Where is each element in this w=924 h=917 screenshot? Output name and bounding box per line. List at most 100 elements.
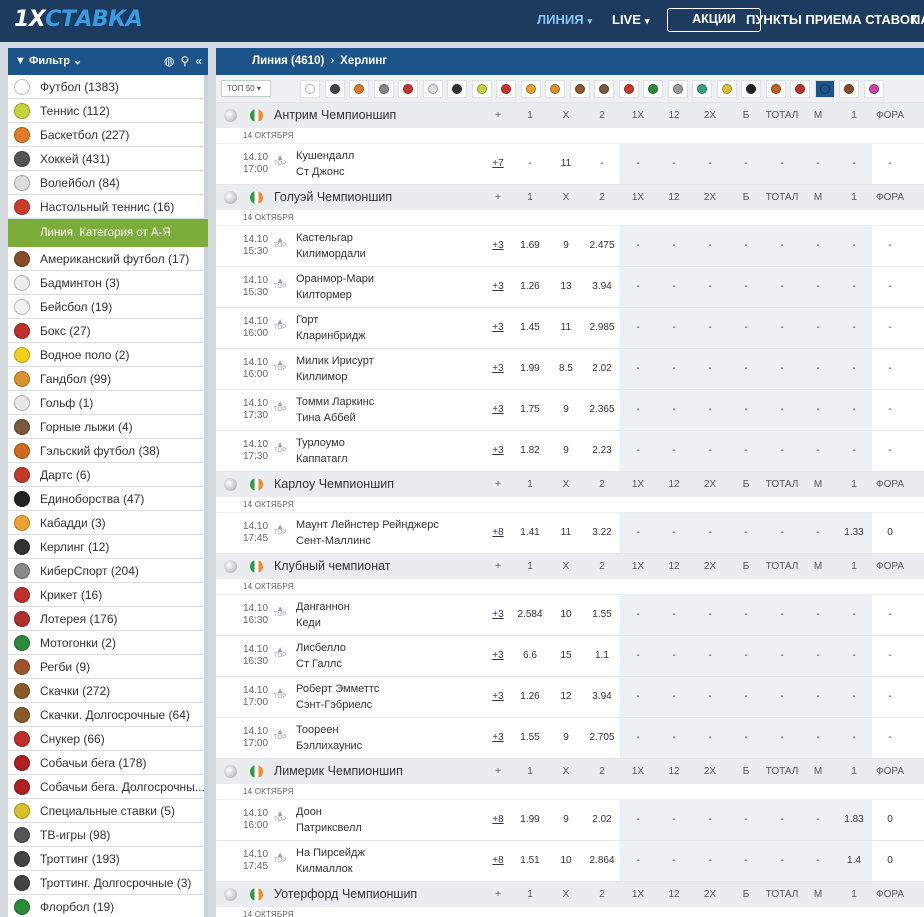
sport-tab-icon[interactable] — [324, 80, 345, 98]
sidebar-sport-item[interactable]: Бейсбол (19) — [8, 295, 208, 319]
sidebar-sport-item[interactable]: Крикет (16) — [8, 583, 208, 607]
odds-cell[interactable]: - — [800, 308, 836, 348]
odds-cell[interactable]: - — [620, 267, 656, 307]
odds-cell[interactable]: - — [692, 226, 728, 266]
championship-header[interactable]: Антрим Чемпионшип +1 X 2 1X 12 2X Б ТОТАЛ М 1 ФОРА — [216, 103, 924, 128]
sidebar-sport-item[interactable]: КиберСпорт (204) — [8, 559, 208, 583]
odds-cell[interactable]: 9 — [548, 718, 584, 758]
odds-cell[interactable]: - — [728, 267, 764, 307]
odds-cell[interactable]: - — [692, 349, 728, 389]
sidebar-sport-item[interactable]: Собачьи бега (178) — [8, 751, 208, 775]
match-row[interactable]: 14.10 16:00 ▲ TOP Доон Патриксвелл +8 1.99 9 2.02… — [216, 800, 924, 841]
sidebar-sport-item[interactable]: Флорбол (19) — [8, 895, 208, 917]
odds-cell[interactable]: - — [692, 144, 728, 184]
odds-cell[interactable]: 15 — [548, 636, 584, 676]
odds-cell[interactable]: 2.705 — [584, 718, 620, 758]
odds-cell[interactable]: 0 — [872, 841, 908, 881]
odds-cell[interactable]: - — [656, 841, 692, 881]
odds-cell[interactable]: - — [872, 677, 908, 717]
odds-cell[interactable]: - — [800, 226, 836, 266]
match-row[interactable]: 14.10 17:30 ▲ TOP Турлоумо Каппатагл +3 1.82 9 2.… — [216, 431, 924, 472]
odds-cell[interactable]: - — [656, 390, 692, 430]
odds-cell[interactable]: 1.82 — [512, 431, 548, 471]
sidebar-sport-item[interactable]: ТВ-игры (98) — [8, 823, 208, 847]
odds-cell[interactable]: - — [800, 677, 836, 717]
odds-cell[interactable]: 1.26 — [512, 677, 548, 717]
odds-cell[interactable]: 3.94 — [584, 677, 620, 717]
odds-cell[interactable]: 1.83 — [836, 800, 872, 840]
odds-cell[interactable]: - — [620, 144, 656, 184]
odds-cell[interactable]: - — [728, 800, 764, 840]
odds-cell[interactable]: - — [692, 308, 728, 348]
odds-cell[interactable]: - — [728, 677, 764, 717]
odds-cell[interactable]: - — [656, 595, 692, 635]
sport-tab-icon[interactable] — [349, 80, 369, 98]
odds-cell[interactable]: - — [800, 595, 836, 635]
odds-cell[interactable]: - — [620, 226, 656, 266]
odds-cell[interactable]: - — [800, 841, 836, 881]
match-row[interactable]: 14.10 17:00 ▲ TOP Кушендалл Ст Джонс +7-11- - - -… — [216, 144, 924, 185]
odds-cell[interactable]: 8.5 — [548, 349, 584, 389]
sidebar-sport-item[interactable]: Горные лыжи (4) — [8, 415, 208, 439]
odds-cell[interactable]: - — [656, 677, 692, 717]
odds-cell[interactable]: - — [512, 144, 548, 184]
sport-tab-icon[interactable] — [496, 80, 516, 98]
sidebar-sport-item[interactable]: Гандбол (99) — [8, 367, 208, 391]
odds-cell[interactable]: - — [728, 144, 764, 184]
odds-cell[interactable]: - — [692, 267, 728, 307]
sidebar-sport-item[interactable]: Лотерея (176) — [8, 607, 208, 631]
odds-cell[interactable]: - — [764, 349, 800, 389]
odds-cell[interactable]: - — [872, 349, 908, 389]
match-teams[interactable]: Лисбелло Ст Галлс — [296, 641, 346, 672]
odds-cell[interactable]: - — [692, 390, 728, 430]
championship-header[interactable]: Клубный чемпионат +1 X 2 1X 12 2X Б ТОТАЛ М 1 ФОРА — [216, 554, 924, 579]
sidebar-sport-item[interactable]: Бадминтон (3) — [8, 271, 208, 295]
odds-cell[interactable]: - — [836, 267, 872, 307]
sport-tab-icon[interactable] — [398, 80, 418, 98]
odds-cell[interactable]: 1.1 — [584, 636, 620, 676]
sidebar-sport-item[interactable]: Гэльский футбол (38) — [8, 439, 208, 463]
odds-cell[interactable]: 2.985 — [584, 308, 620, 348]
odds-cell[interactable]: - — [836, 718, 872, 758]
odds-cell[interactable]: - — [872, 267, 908, 307]
odds-cell[interactable]: - — [656, 431, 692, 471]
odds-cell[interactable]: 10 — [548, 595, 584, 635]
odds-cell[interactable]: - — [620, 841, 656, 881]
odds-cell[interactable]: - — [836, 349, 872, 389]
odds-cell[interactable]: - — [872, 718, 908, 758]
odds-cell[interactable]: - — [656, 513, 692, 553]
sidebar-sport-item[interactable]: Единоборства (47) — [8, 487, 208, 511]
nav-overflow[interactable]: ПА — [911, 0, 924, 42]
odds-cell[interactable]: - — [800, 636, 836, 676]
match-teams[interactable]: Турлоумо Каппатагл — [296, 436, 348, 467]
odds-cell[interactable]: - — [656, 267, 692, 307]
nav-line[interactable]: ЛИНИЯ ▾ — [537, 0, 592, 42]
odds-cell[interactable]: - — [800, 267, 836, 307]
odds-cell[interactable]: - — [728, 636, 764, 676]
odds-cell[interactable]: - — [692, 636, 728, 676]
sport-tab-icon[interactable] — [716, 80, 737, 98]
sidebar-sport-item[interactable]: Волейбол (84) — [8, 171, 208, 195]
sport-tab-icon[interactable] — [667, 80, 688, 98]
championship-header[interactable]: Голуэй Чемпионшип +1 X 2 1X 12 2X Б ТОТАЛ М 1 ФОРА — [216, 185, 924, 210]
collapse-icon[interactable]: « — [195, 54, 202, 68]
odds-cell[interactable]: - — [764, 841, 800, 881]
odds-cell[interactable]: - — [872, 595, 908, 635]
match-teams[interactable]: На Пирсейдж Килмаллок — [296, 846, 365, 877]
sidebar-sport-item[interactable]: Скачки (272) — [8, 679, 208, 703]
sidebar-sport-item[interactable]: Настольный теннис (16) — [8, 195, 208, 219]
odds-cell[interactable]: - — [800, 800, 836, 840]
odds-cell[interactable]: - — [872, 390, 908, 430]
odds-cell[interactable]: - — [728, 718, 764, 758]
sidebar-sport-item[interactable]: Хоккей (431) — [8, 147, 208, 171]
odds-cell[interactable]: - — [692, 841, 728, 881]
sidebar-sport-item[interactable]: Снукер (66) — [8, 727, 208, 751]
odds-cell[interactable]: 11 — [548, 513, 584, 553]
odds-cell[interactable]: 1.69 — [512, 226, 548, 266]
odds-cell[interactable]: - — [656, 636, 692, 676]
sport-tab-icon[interactable] — [618, 80, 639, 98]
odds-cell[interactable]: 2.02 — [584, 800, 620, 840]
odds-cell[interactable]: - — [800, 513, 836, 553]
odds-cell[interactable]: - — [692, 431, 728, 471]
odds-cell[interactable]: - — [584, 144, 620, 184]
